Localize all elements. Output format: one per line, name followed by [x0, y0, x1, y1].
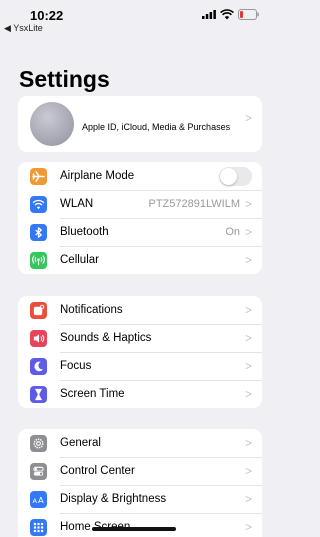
toggles-icon [30, 463, 47, 480]
chevron-right-icon: > [244, 520, 252, 534]
moon-icon [30, 358, 47, 375]
general-label: General [60, 437, 101, 449]
wifi-icon [30, 196, 47, 213]
back-to-app-link[interactable]: ◀ YsxLite [4, 23, 43, 34]
bluetooth-value: On [225, 226, 240, 238]
chevron-right-icon: > [244, 331, 252, 345]
chevron-right-icon: > [244, 253, 252, 267]
svg-text:A: A [38, 495, 44, 505]
notifications-row[interactable]: Notifications > [18, 296, 262, 324]
wifi-status-icon [220, 9, 234, 20]
chevron-right-icon: > [244, 303, 252, 317]
speaker-icon [30, 330, 47, 347]
chevron-right-icon: > [244, 492, 252, 506]
svg-text:A: A [32, 497, 37, 505]
apple-id-label: Apple ID, iCloud, Media & Purchases [82, 122, 231, 132]
app-grid-icon [30, 519, 47, 536]
control-center-label: Control Center [60, 465, 135, 477]
airplane-mode-label: Airplane Mode [60, 170, 135, 182]
cellular-icon [30, 252, 47, 269]
profile-card[interactable]: Apple ID, iCloud, Media & Purchases > [18, 96, 262, 152]
wlan-label: WLAN [60, 198, 94, 210]
gear-icon [30, 435, 47, 452]
general-row[interactable]: General > [18, 429, 262, 457]
notifications-icon [30, 302, 47, 319]
page-title: Settings [19, 66, 110, 92]
bluetooth-row[interactable]: Bluetooth On > [18, 218, 262, 246]
focus-row[interactable]: Focus > [18, 352, 262, 380]
cellular-label: Cellular [60, 254, 99, 266]
notifications-label: Notifications [60, 304, 123, 316]
chevron-right-icon: > [244, 436, 252, 450]
home-indicator[interactable] [92, 527, 176, 531]
screen-time-row[interactable]: Screen Time > [18, 380, 262, 408]
airplane-icon [30, 168, 47, 185]
chevron-right-icon: > [244, 464, 252, 478]
signal-icon [202, 10, 216, 19]
status-time: 10:22 [30, 8, 64, 23]
chevron-right-icon: > [244, 387, 252, 401]
cellular-row[interactable]: Cellular > [18, 246, 262, 274]
home-screen-row[interactable]: Home Screen > [18, 513, 262, 537]
hourglass-icon [30, 386, 47, 403]
general-group: General > Control Center > AA Display & … [18, 429, 262, 537]
chevron-right-icon: > [244, 225, 252, 239]
chevron-right-icon: > [244, 359, 252, 373]
avatar [30, 102, 74, 146]
text-size-icon: AA [30, 491, 47, 508]
display-brightness-label: Display & Brightness [60, 493, 167, 505]
wlan-network-value: PTZ572891LWILM [148, 198, 240, 210]
focus-label: Focus [60, 360, 92, 372]
control-center-row[interactable]: Control Center > [18, 457, 262, 485]
sidebar-item-wlan[interactable]: WLAN PTZ572891LWILM > [18, 190, 262, 218]
battery-icon [238, 9, 259, 20]
apple-id-row[interactable]: Apple ID, iCloud, Media & Purchases > [18, 96, 262, 152]
display-brightness-row[interactable]: AA Display & Brightness > [18, 485, 262, 513]
alerts-group: Notifications > Sounds & Haptics > Focus… [18, 296, 262, 408]
chevron-right-icon: > [244, 197, 252, 211]
sounds-haptics-row[interactable]: Sounds & Haptics > [18, 324, 262, 352]
bluetooth-label: Bluetooth [60, 226, 109, 238]
screen-time-label: Screen Time [60, 388, 125, 400]
status-bar: 10:22 ◀ YsxLite [0, 0, 268, 36]
sounds-haptics-label: Sounds & Haptics [60, 332, 152, 344]
bluetooth-icon [30, 224, 47, 241]
airplane-mode-toggle[interactable] [219, 166, 252, 186]
chevron-right-icon: > [244, 111, 252, 125]
connectivity-group: Airplane Mode WLAN PTZ572891LWILM > Blue… [18, 162, 262, 274]
airplane-mode-row: Airplane Mode [18, 162, 262, 190]
